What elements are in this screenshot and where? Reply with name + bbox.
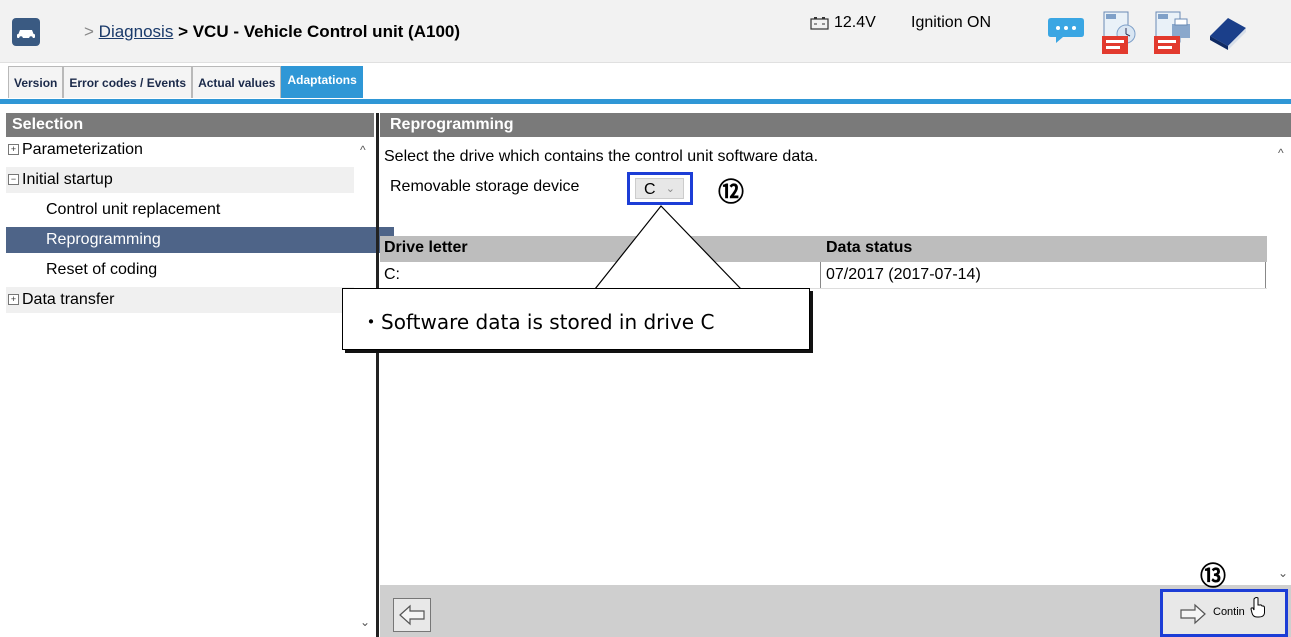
tree-item-reset-of-coding[interactable]: Reset of coding	[6, 257, 394, 283]
callout-text: ・Software data is stored in drive C	[361, 310, 715, 334]
drive-table-header: Drive letter Data status	[380, 236, 1267, 262]
tree-item-data-transfer[interactable]: + Data transfer	[6, 287, 354, 313]
manual-book-icon[interactable]	[1206, 12, 1250, 57]
ignition-status: Ignition ON	[911, 14, 992, 31]
callout-box: ・Software data is stored in drive C	[342, 288, 810, 350]
step-number-12: ⑫	[718, 178, 745, 208]
tab-actual-values[interactable]: Actual values	[192, 66, 282, 98]
battery-icon	[810, 17, 829, 30]
voltage-readout: 12.4V	[834, 14, 876, 31]
tab-version[interactable]: Version	[8, 66, 64, 98]
collapse-icon[interactable]: −	[8, 174, 19, 186]
column-header-data-status: Data status	[826, 239, 913, 256]
tree-item-control-unit-replacement[interactable]: Control unit replacement	[6, 197, 394, 223]
hand-cursor-icon	[1250, 597, 1265, 618]
tab-underline	[0, 99, 1291, 104]
expand-icon[interactable]: +	[8, 294, 19, 306]
pdf-print-icon[interactable]	[1152, 10, 1192, 61]
arrow-right-icon	[1180, 603, 1206, 625]
column-header-drive-letter: Drive letter	[384, 239, 468, 256]
tab-row: Version Error codes / Events Actual valu…	[8, 66, 363, 98]
column-separator	[820, 262, 821, 288]
drive-select-value: C	[644, 181, 656, 198]
continue-button[interactable]: Contin	[1160, 589, 1288, 637]
storage-device-label: Removable storage device	[390, 178, 580, 195]
table-row[interactable]: C: 07/2017 (2017-07-14)	[380, 262, 1267, 289]
tree-item-initial-startup[interactable]: − Initial startup	[6, 167, 354, 193]
content-scroll-up-icon[interactable]: ^	[1278, 146, 1284, 160]
breadcrumb-link-diagnosis[interactable]: Diagnosis	[99, 22, 174, 41]
tree-item-label: Data transfer	[22, 291, 115, 308]
continue-label: Contin	[1213, 606, 1245, 618]
bottom-toolbar	[380, 585, 1291, 637]
scroll-up-icon[interactable]: ^	[360, 143, 366, 157]
pdf-history-icon[interactable]	[1100, 10, 1140, 61]
tree-item-reprogramming[interactable]: Reprogramming	[6, 227, 394, 253]
breadcrumb: > Diagnosis > VCU - Vehicle Control unit…	[84, 22, 460, 42]
car-icon[interactable]	[12, 18, 40, 46]
selection-header: Selection	[6, 113, 374, 137]
tree-item-label: Parameterization	[22, 141, 143, 158]
content-scroll-down-icon[interactable]: ⌄	[1278, 566, 1288, 580]
expand-icon[interactable]: +	[8, 144, 19, 156]
tree-item-label: Initial startup	[22, 171, 113, 188]
cell-drive-letter: C:	[384, 266, 400, 283]
breadcrumb-separator: >	[84, 22, 94, 41]
tab-adaptations[interactable]: Adaptations	[281, 66, 363, 98]
panel-divider[interactable]	[376, 113, 379, 637]
page-title: > VCU - Vehicle Control unit (A100)	[178, 22, 461, 41]
tree-item-parameterization[interactable]: + Parameterization	[6, 137, 354, 163]
row-end-line	[1265, 262, 1266, 288]
chevron-down-icon: ⌄	[665, 183, 675, 195]
cell-data-status: 07/2017 (2017-07-14)	[826, 266, 981, 283]
drive-select[interactable]: C ⌄	[627, 172, 693, 205]
content-header: Reprogramming	[380, 113, 1291, 137]
step-number-13: ⑬	[1200, 562, 1227, 592]
arrow-left-icon	[399, 604, 425, 626]
selection-tree: + Parameterization − Initial startup Contr…	[6, 137, 394, 637]
tab-error-codes-events[interactable]: Error codes / Events	[63, 66, 193, 98]
scroll-down-icon[interactable]: ⌄	[360, 615, 370, 629]
back-button[interactable]	[393, 598, 431, 632]
chat-icon[interactable]	[1048, 14, 1086, 51]
instruction-text: Select the drive which contains the cont…	[384, 148, 819, 165]
battery-status: 12.4V	[810, 14, 876, 32]
